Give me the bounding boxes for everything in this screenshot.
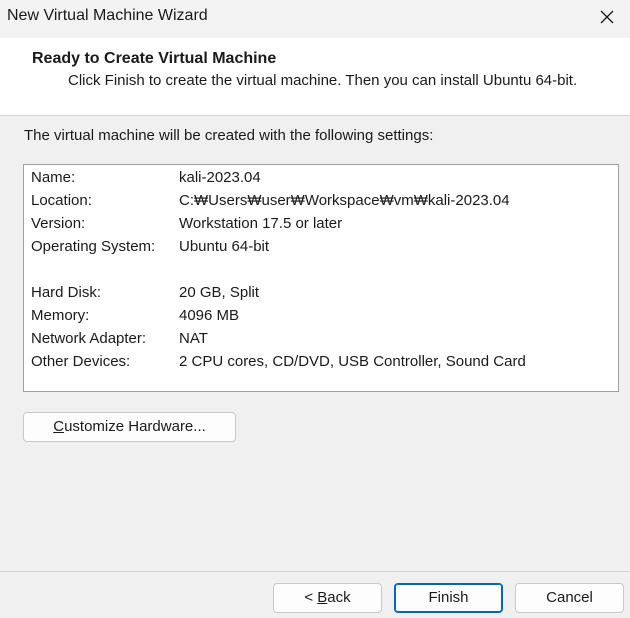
setting-value: NAT	[179, 330, 208, 347]
setting-value: 4096 MB	[179, 307, 240, 324]
setting-label: Network Adapter:	[31, 330, 147, 347]
close-icon	[600, 10, 614, 24]
setting-label: Operating System:	[31, 238, 156, 255]
setting-value: C:₩Users₩user₩Workspace₩vm₩kali-2023.04	[179, 192, 510, 209]
footer-divider	[0, 571, 630, 572]
button-label: Finish	[428, 589, 469, 606]
cancel-button[interactable]: Cancel	[515, 583, 624, 613]
window-title: New Virtual Machine Wizard	[7, 7, 208, 24]
setting-label: Name:	[31, 169, 76, 186]
close-button[interactable]	[584, 0, 630, 34]
mnemonic: C	[53, 418, 65, 435]
setting-value: 20 GB, Split	[179, 284, 260, 301]
button-label: ustomize Hardware...	[64, 418, 206, 435]
page-description: Click Finish to create the virtual machi…	[68, 72, 578, 89]
title-bar: New Virtual Machine Wizard	[0, 0, 630, 38]
wizard-content: The virtual machine will be created with…	[0, 117, 630, 570]
setting-value: Ubuntu 64-bit	[179, 238, 270, 255]
setting-value: kali-2023.04	[179, 169, 261, 186]
button-label-prefix: <	[304, 589, 318, 606]
mnemonic: B	[317, 589, 328, 606]
settings-summary: Name: kali-2023.04 Location: C:₩Users₩us…	[23, 164, 619, 392]
button-label: ack	[327, 589, 351, 606]
page-title: Ready to Create Virtual Machine	[32, 50, 277, 67]
setting-label: Other Devices:	[31, 353, 131, 370]
setting-label: Hard Disk:	[31, 284, 102, 301]
intro-text: The virtual machine will be created with…	[24, 127, 434, 144]
setting-label: Location:	[31, 192, 92, 209]
finish-button[interactable]: Finish	[394, 583, 503, 613]
back-button[interactable]: < Back	[273, 583, 382, 613]
setting-label: Memory:	[31, 307, 90, 324]
customize-hardware-button[interactable]: Customize Hardware...	[23, 412, 236, 442]
setting-label: Version:	[31, 215, 86, 232]
button-label: Cancel	[546, 589, 593, 606]
setting-value: Workstation 17.5 or later	[179, 215, 343, 232]
wizard-header: Ready to Create Virtual Machine Click Fi…	[0, 38, 630, 116]
setting-value: 2 CPU cores, CD/DVD, USB Controller, Sou…	[179, 353, 526, 370]
